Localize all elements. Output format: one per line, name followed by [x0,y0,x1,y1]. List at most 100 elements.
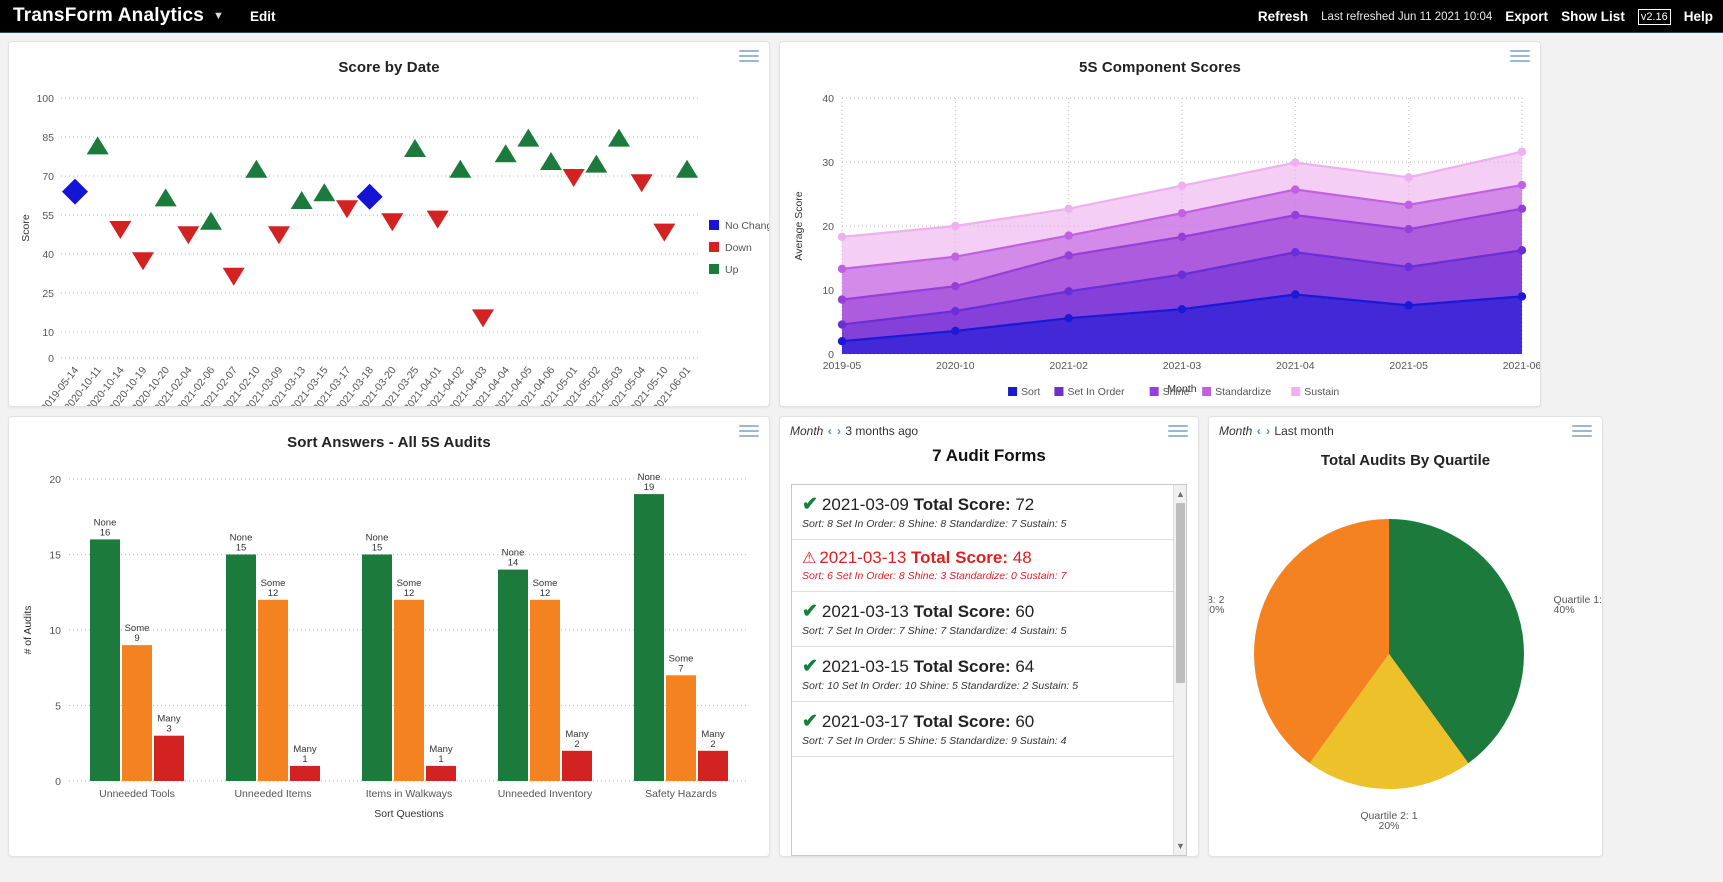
svg-text:40%: 40% [1209,604,1224,616]
svg-text:12: 12 [540,588,551,599]
panel-menu-icon[interactable] [739,425,759,439]
svg-text:20: 20 [822,221,834,233]
audit-item-header: ⚠2021-03-13 Total Score: 48 [802,548,1163,568]
svg-text:100: 100 [36,93,54,105]
svg-text:2: 2 [574,739,579,750]
audit-date: 2021-03-09 [822,495,909,514]
svg-text:10: 10 [42,327,54,339]
audit-list-item[interactable]: ✔2021-03-13 Total Score: 60Sort: 7 Set I… [792,592,1173,647]
svg-text:Down: Down [725,242,752,254]
audit-date: 2021-03-13 [822,602,909,621]
svg-text:Sort: Sort [1021,386,1040,398]
audit-item-detail: Sort: 8 Set In Order: 8 Shine: 8 Standar… [802,518,1163,530]
total-score-label: Total Score: [914,657,1011,676]
svg-text:No Change: No Change [725,220,770,232]
svg-text:Up: Up [725,264,739,276]
help-button[interactable]: Help [1684,9,1713,24]
total-score-value: 72 [1015,495,1034,514]
svg-text:2021-06: 2021-06 [1503,360,1541,372]
audit-list-item[interactable]: ✔2021-03-15 Total Score: 64 Sort: 10 Set … [792,647,1173,702]
total-score-value: 60 [1015,712,1034,731]
audit-period-selector: Month ‹ › 3 months ago [780,417,1198,438]
svg-text:Shine: Shine [1163,386,1190,398]
svg-text:10: 10 [822,285,834,297]
export-button[interactable]: Export [1505,9,1548,24]
chevron-down-icon[interactable]: ▼ [213,10,224,22]
audit-list-item[interactable]: ✔2021-03-17 Total Score: 60Sort: 7 Set I… [792,702,1173,757]
svg-text:5: 5 [55,701,61,713]
audit-item-header: ✔2021-03-13 Total Score: 60 [802,600,1163,623]
period-label: Month [1219,424,1252,438]
panel-score-by-date: Score by Date 01025405570851002019-05-14… [8,41,770,407]
show-list-button[interactable]: Show List [1561,9,1625,24]
svg-text:Safety Hazards: Safety Hazards [645,788,717,800]
chevron-left-icon[interactable]: ‹ [1256,424,1262,438]
audit-item-header: ✔2021-03-15 Total Score: 64 [802,655,1163,678]
panel-menu-icon[interactable] [739,50,759,64]
scroll-down-arrow-icon[interactable]: ▼ [1174,839,1187,853]
svg-text:16: 16 [100,527,111,538]
total-score-value: 48 [1013,548,1032,567]
panel-menu-icon[interactable] [1168,425,1188,439]
area-chart: 0102030402019-052020-102021-022021-03202… [780,76,1541,406]
chart-title-score-by-date: Score by Date [9,42,769,76]
svg-text:9: 9 [134,633,139,644]
svg-text:Score: Score [20,214,32,242]
svg-text:Set In Order: Set In Order [1067,386,1125,398]
total-score-label: Total Score: [914,602,1011,621]
svg-text:0: 0 [48,353,54,365]
svg-text:25: 25 [42,288,54,300]
svg-text:Unneeded Items: Unneeded Items [234,788,311,800]
chevron-right-icon[interactable]: › [836,424,842,438]
audit-item-header: ✔2021-03-17 Total Score: 60 [802,710,1163,733]
svg-text:15: 15 [236,543,247,554]
app-title: TransForm Analytics [13,5,204,27]
top-bar-actions: Refresh Last refreshed Jun 11 2021 10:04… [1258,0,1713,33]
svg-text:2021-02: 2021-02 [1049,360,1088,372]
chart-title-pie: Total Audits By Quartile [1209,452,1602,469]
svg-text:Sort Questions: Sort Questions [374,808,443,820]
audit-date: 2021-03-17 [822,712,909,731]
scrollbar-thumb[interactable] [1176,503,1185,683]
checkmark-icon: ✔ [802,656,818,677]
svg-text:85: 85 [42,132,54,144]
svg-text:0: 0 [55,776,61,788]
panel-menu-icon[interactable] [1572,425,1592,439]
panel-total-audits-by-quartile: Month ‹ › Last month Total Audits By Qua… [1208,416,1603,857]
chevron-right-icon[interactable]: › [1265,424,1271,438]
bottom-row: Sort Answers - All 5S Audits 05101520Non… [8,416,1541,857]
svg-text:2020-10: 2020-10 [936,360,975,372]
svg-text:14: 14 [508,558,519,569]
panel-audit-forms: Month ‹ › 3 months ago 7 Audit Forms ✔20… [779,416,1199,857]
svg-text:10: 10 [49,625,61,637]
total-score-value: 64 [1015,657,1034,676]
audit-list-item[interactable]: ✔2021-03-09 Total Score: 72 Sort: 8 Set I… [792,485,1173,540]
bar-chart: 05101520None16Some9Many3Unneeded ToolsNo… [9,451,770,856]
refresh-button[interactable]: Refresh [1258,9,1308,24]
audit-item-detail: Sort: 10 Set In Order: 10 Shine: 5 Stand… [802,680,1163,692]
svg-text:30: 30 [822,157,834,169]
svg-text:1: 1 [438,754,443,765]
panel-5s-component-scores: 5S Component Scores 0102030402019-052020… [779,41,1541,407]
edit-button[interactable]: Edit [250,9,276,24]
chart-title-sort-answers: Sort Answers - All 5S Audits [9,417,769,451]
audit-list-scroll-area[interactable]: ✔2021-03-09 Total Score: 72Sort: 8 Set I… [792,485,1173,855]
chevron-left-icon[interactable]: ‹ [827,424,833,438]
svg-text:40: 40 [42,249,54,261]
checkmark-icon: ✔ [802,711,818,732]
list-scrollbar[interactable]: ▲ ▼ [1173,485,1186,855]
svg-text:20%: 20% [1378,820,1399,832]
svg-text:7: 7 [678,663,683,674]
panel-menu-icon[interactable] [1510,50,1530,64]
svg-text:2021-05: 2021-05 [1389,360,1428,372]
audit-item-detail: Sort: 6 Set In Order: 8 Shine: 3 Standar… [802,570,1163,582]
scroll-up-arrow-icon[interactable]: ▲ [1174,487,1187,501]
svg-text:1: 1 [302,754,307,765]
svg-text:20: 20 [49,474,61,486]
audit-list-item[interactable]: ⚠2021-03-13 Total Score: 48 Sort: 6 Set I… [792,540,1173,592]
svg-text:3: 3 [166,724,171,735]
svg-text:Average Score: Average Score [793,191,805,260]
checkmark-icon: ✔ [802,494,818,515]
svg-text:55: 55 [42,210,54,222]
total-score-label: Total Score: [914,495,1011,514]
